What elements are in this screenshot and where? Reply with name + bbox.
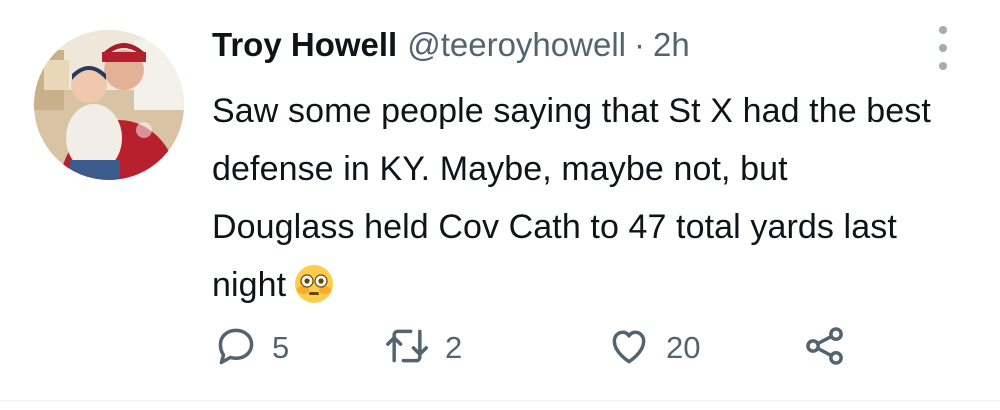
like-count: 20 (666, 330, 701, 365)
speech-bubble-icon (214, 324, 258, 373)
retweet-button[interactable]: 2 (383, 318, 462, 378)
bottom-divider (0, 400, 1000, 401)
timestamp[interactable]: 2h (653, 26, 690, 64)
like-button[interactable]: 20 (606, 318, 700, 378)
tweet-text: Saw some people saying that St X had the… (212, 82, 932, 322)
reply-count: 5 (272, 330, 290, 365)
more-options-icon[interactable] (932, 26, 954, 70)
retweet-arrows-icon (383, 324, 431, 373)
tweet[interactable]: Troy Howell @teeroyhowell · 2h Saw some … (0, 0, 1000, 410)
share-nodes-icon (803, 324, 847, 373)
separator-dot: · (634, 26, 645, 63)
avatar[interactable] (34, 30, 184, 180)
author-name[interactable]: Troy Howell (212, 26, 397, 64)
reply-button[interactable]: 5 (214, 318, 289, 378)
tweet-header: Troy Howell @teeroyhowell · 2h (212, 26, 690, 66)
retweet-count: 2 (445, 330, 463, 365)
author-handle[interactable]: @teeroyhowell (407, 26, 626, 64)
flushed-face-icon (294, 264, 334, 322)
heart-outline-icon (606, 324, 652, 373)
action-bar: 5 2 20 (0, 318, 1000, 378)
share-button[interactable] (803, 318, 847, 378)
